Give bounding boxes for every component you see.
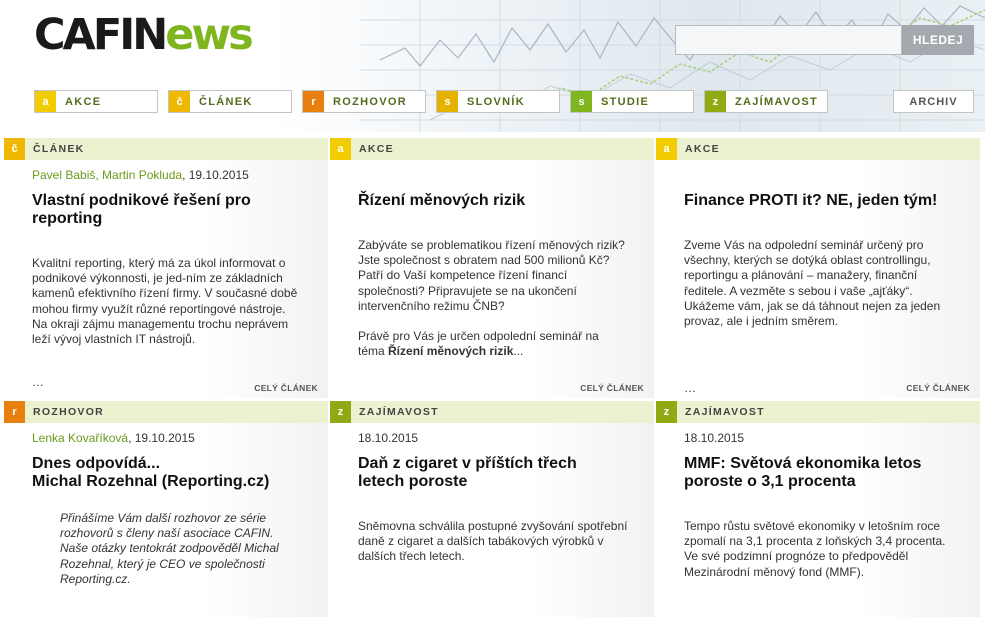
logo-part-news: ews: [165, 10, 254, 60]
category-label[interactable]: ZAJÍMAVOST: [685, 406, 765, 418]
nav-item-studie[interactable]: s STUDIE: [570, 90, 694, 113]
excerpt-paragraph: Sněmovna schválila postupné zvyšování sp…: [358, 519, 628, 564]
article-title[interactable]: Dnes odpovídá... Michal Rozehnal (Report…: [32, 455, 302, 491]
category-nav: a AKCE č ČLÁNEK r ROZHOVOR s SLOVNÍK s S…: [34, 90, 984, 114]
article-title-line: Daň z cigaret v příštích třech: [358, 455, 577, 472]
excerpt-paragraph: Kvalitní reporting, který má za úkol inf…: [32, 256, 298, 347]
read-more-link[interactable]: CELÝ ČLÁNEK: [580, 383, 644, 393]
nav-badge-akce: a: [35, 91, 56, 112]
article-excerpt: Přinášíme Vám další rozhovor ze série ro…: [60, 511, 300, 587]
category-badge: r: [4, 401, 25, 423]
category-badge: a: [656, 138, 677, 160]
nav-label-rozhovor: ROZHOVOR: [333, 95, 407, 108]
article-title-line: MMF: Světová ekonomika letos: [684, 455, 922, 472]
article-title[interactable]: Řízení měnových rizik: [358, 192, 628, 210]
article-author[interactable]: Lenka Kovaříková: [32, 431, 128, 445]
excerpt-paragraph: Tempo růstu světové ekonomiky v letošním…: [684, 519, 946, 579]
category-label[interactable]: ZAJÍMAVOST: [359, 406, 439, 418]
read-more-link[interactable]: CELÝ ČLÁNEK: [906, 383, 970, 393]
category-badge: z: [656, 401, 677, 423]
article-excerpt: Kvalitní reporting, který má za úkol inf…: [32, 256, 302, 347]
excerpt-paragraph: Zabýváte se problematikou řízení měnovýc…: [358, 238, 625, 313]
article-title-line: Řízení měnových rizik: [358, 192, 526, 209]
excerpt-ellipsis: ...: [513, 344, 524, 359]
category-label[interactable]: AKCE: [359, 143, 394, 155]
category-badge: z: [330, 401, 351, 423]
card-category-header: r ROZHOVOR: [4, 401, 328, 423]
article-title[interactable]: Vlastní podnikové řešení pro reporting: [32, 192, 302, 228]
article-card-1[interactable]: č ČLÁNEK Pavel Babiš, Martin Pokluda, 19…: [4, 138, 328, 398]
article-excerpt: Tempo růstu světové ekonomiky v letošním…: [684, 519, 954, 580]
article-title[interactable]: MMF: Světová ekonomika letos poroste o 3…: [684, 455, 954, 491]
article-excerpt: Zabýváte se problematikou řízení měnovýc…: [358, 238, 628, 359]
article-card-5[interactable]: z ZAJÍMAVOST 18.10.2015 Daň z cigaret v …: [330, 401, 654, 617]
nav-label-zajimavost: ZAJÍMAVOST: [735, 95, 819, 108]
cafinews-logo[interactable]: CAFINews: [34, 14, 254, 57]
article-date: 18.10.2015: [358, 431, 419, 445]
site-header: CAFINews HLEDEJ a AKCE č ČLÁNEK r ROZHOV…: [0, 0, 985, 132]
article-card-2[interactable]: a AKCE Řízení měnových rizik Zabýváte se…: [330, 138, 654, 398]
article-meta: 18.10.2015: [358, 431, 418, 445]
nav-label-akce: AKCE: [65, 95, 102, 108]
article-excerpt: Zveme Vás na odpolední seminář určený pr…: [684, 238, 954, 329]
excerpt-ellipsis: …: [684, 381, 696, 395]
nav-badge-zajimavost: z: [705, 91, 726, 112]
article-title-line: Michal Rozehnal (Reporting.cz): [32, 473, 270, 490]
article-author[interactable]: Pavel Babiš, Martin Pokluda: [32, 168, 182, 182]
category-badge: a: [330, 138, 351, 160]
nav-item-clanek[interactable]: č ČLÁNEK: [168, 90, 292, 113]
nav-label-clanek: ČLÁNEK: [199, 95, 253, 108]
category-label[interactable]: ČLÁNEK: [33, 143, 85, 155]
nav-badge-clanek: č: [169, 91, 190, 112]
article-card-3[interactable]: a AKCE Finance PROTI it? NE, jeden tým! …: [656, 138, 980, 398]
archive-button[interactable]: ARCHIV: [893, 90, 974, 113]
article-title[interactable]: Finance PROTI it? NE, jeden tým!: [684, 192, 954, 210]
nav-badge-studie: s: [571, 91, 592, 112]
article-title-line: letech poroste: [358, 473, 468, 490]
article-title[interactable]: Daň z cigaret v příštích třech letech po…: [358, 455, 628, 491]
article-title-line: poroste o 3,1 procenta: [684, 473, 856, 490]
article-card-6[interactable]: z ZAJÍMAVOST 18.10.2015 MMF: Světová eko…: [656, 401, 980, 617]
article-meta: 18.10.2015: [684, 431, 744, 445]
category-label[interactable]: AKCE: [685, 143, 720, 155]
article-date: , 19.10.2015: [182, 168, 249, 182]
article-date: , 19.10.2015: [128, 431, 195, 445]
card-category-header: a AKCE: [656, 138, 980, 160]
article-excerpt: Sněmovna schválila postupné zvyšování sp…: [358, 519, 628, 565]
excerpt-paragraph: Přinášíme Vám další rozhovor ze série ro…: [60, 511, 279, 586]
nav-item-rozhovor[interactable]: r ROZHOVOR: [302, 90, 426, 113]
search-button[interactable]: HLEDEJ: [902, 25, 974, 55]
article-title-line: reporting: [32, 210, 103, 227]
category-badge: č: [4, 138, 25, 160]
excerpt-paragraph: Zveme Vás na odpolední seminář určený pr…: [684, 238, 941, 329]
excerpt-bold-topic: Řízení měnových rizik: [388, 344, 514, 359]
article-title-line: Finance PROTI it? NE, jeden tým!: [684, 192, 938, 209]
card-category-header: č ČLÁNEK: [4, 138, 328, 160]
nav-label-studie: STUDIE: [601, 95, 650, 108]
read-more-link[interactable]: CELÝ ČLÁNEK: [254, 383, 318, 393]
logo-part-cafin: CAFIN: [34, 10, 168, 60]
article-meta: Pavel Babiš, Martin Pokluda, 19.10.2015: [32, 168, 249, 182]
article-card-4[interactable]: r ROZHOVOR Lenka Kovaříková, 19.10.2015 …: [4, 401, 328, 617]
search-input[interactable]: [675, 25, 902, 55]
nav-badge-rozhovor: r: [303, 91, 324, 112]
nav-item-slovnik[interactable]: s SLOVNÍK: [436, 90, 560, 113]
nav-label-slovnik: SLOVNÍK: [467, 95, 525, 108]
article-date: 18.10.2015: [684, 431, 745, 445]
card-category-header: z ZAJÍMAVOST: [656, 401, 980, 423]
nav-item-zajimavost[interactable]: z ZAJÍMAVOST: [704, 90, 828, 113]
excerpt-paragraph-2: Právě pro Vás je určen odpolední seminář…: [358, 329, 628, 359]
search-bar: HLEDEJ: [675, 25, 974, 55]
card-category-header: z ZAJÍMAVOST: [330, 401, 654, 423]
card-category-header: a AKCE: [330, 138, 654, 160]
article-meta: Lenka Kovaříková, 19.10.2015: [32, 431, 195, 445]
category-label[interactable]: ROZHOVOR: [33, 406, 104, 418]
nav-item-akce[interactable]: a AKCE: [34, 90, 158, 113]
excerpt-ellipsis: …: [32, 375, 44, 389]
article-title-line: Dnes odpovídá...: [32, 455, 161, 472]
nav-badge-slovnik: s: [437, 91, 458, 112]
article-title-line: Vlastní podnikové řešení pro: [32, 192, 251, 209]
